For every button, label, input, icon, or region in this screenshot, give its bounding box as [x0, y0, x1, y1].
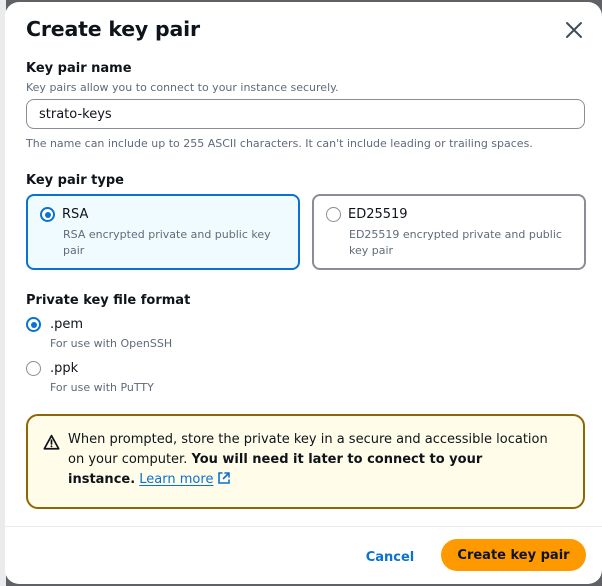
rsa-radio[interactable] — [40, 207, 55, 222]
key-pair-name-constraint: The name can include up to 255 ASCII cha… — [26, 137, 533, 150]
create-key-pair-button[interactable]: Create key pair — [441, 539, 586, 571]
key-pair-name-label: Key pair name — [26, 61, 132, 76]
file-format-label: Private key file format — [26, 293, 191, 308]
key-type-option-ed25519[interactable]: ED25519 ED25519 encrypted private and pu… — [312, 194, 586, 270]
ppk-radio[interactable] — [26, 361, 41, 376]
ppk-option-description: For use with PuTTY — [50, 381, 154, 394]
create-key-pair-modal: Create key pair Key pair name Key pairs … — [5, 2, 602, 584]
close-icon — [566, 22, 582, 38]
ed25519-option-description: ED25519 encrypted private and public key… — [349, 228, 562, 257]
ed25519-option-title: ED25519 — [348, 207, 408, 222]
ed25519-radio[interactable] — [326, 207, 341, 222]
key-pair-name-description: Key pairs allow you to connect to your i… — [26, 81, 339, 94]
ppk-option-label[interactable]: .ppk — [50, 361, 78, 376]
external-link-icon — [218, 472, 231, 484]
close-button[interactable] — [562, 18, 586, 42]
pem-option-label[interactable]: .pem — [50, 317, 83, 332]
modal-title: Create key pair — [26, 17, 200, 41]
learn-more-label[interactable]: Learn more — [139, 472, 213, 487]
pem-radio[interactable] — [26, 317, 41, 332]
rsa-option-title: RSA — [62, 207, 89, 222]
warning-icon — [43, 434, 60, 450]
warning-alert-text: When prompted, store the private key in … — [68, 430, 548, 490]
modal-header: Create key pair — [5, 2, 602, 60]
warning-alert: When prompted, store the private key in … — [26, 414, 585, 509]
key-pair-type-label: Key pair type — [26, 173, 124, 188]
key-pair-name-input[interactable] — [26, 99, 585, 129]
rsa-option-description: RSA encrypted private and public key pai… — [63, 228, 271, 257]
learn-more-link[interactable]: Learn more — [139, 472, 231, 487]
cancel-button[interactable]: Cancel — [357, 542, 423, 572]
pem-option-description: For use with OpenSSH — [50, 337, 173, 350]
key-type-option-rsa[interactable]: RSA RSA encrypted private and public key… — [26, 194, 300, 270]
footer-divider — [5, 526, 602, 527]
